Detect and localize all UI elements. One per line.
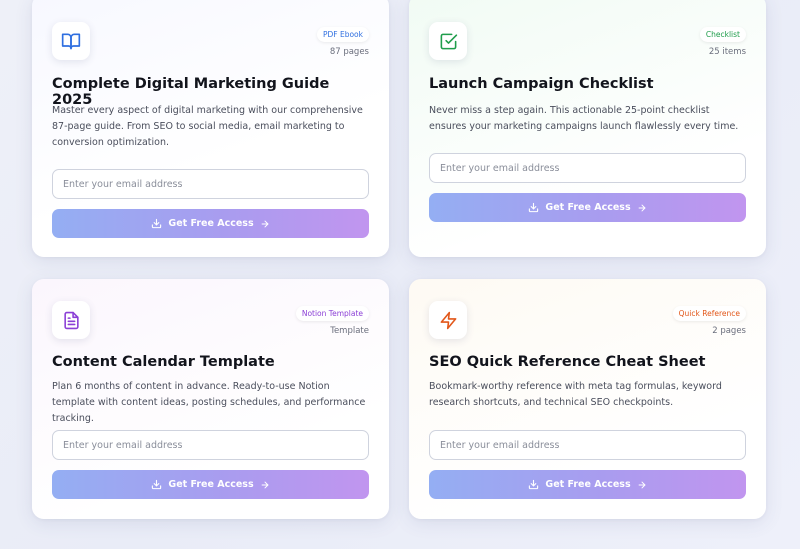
download-icon <box>152 218 162 229</box>
download-icon <box>529 479 539 490</box>
type-badge: Notion Template <box>295 306 369 321</box>
lightning-icon <box>429 301 467 339</box>
button-label: Get Free Access <box>545 202 631 213</box>
card-title: Content Calendar Template <box>52 354 275 370</box>
get-free-access-button[interactable]: Get Free Access <box>429 193 746 222</box>
card-description: Never miss a step again. This actionable… <box>429 105 739 132</box>
card-title: SEO Quick Reference Cheat Sheet <box>429 354 706 370</box>
card-description: Bookmark-worthy reference with meta tag … <box>429 381 722 408</box>
get-free-access-button[interactable]: Get Free Access <box>429 470 746 499</box>
page-count: 87 pages <box>329 47 369 57</box>
resource-card-marketing-guide: PDF Ebook 87 pages Complete Digital Mark… <box>32 0 389 257</box>
download-icon <box>529 202 539 213</box>
card-title: Launch Campaign Checklist <box>429 76 654 92</box>
download-icon <box>152 479 162 490</box>
book-open-icon <box>52 22 90 60</box>
type-badge: Checklist <box>699 27 746 42</box>
button-label: Get Free Access <box>545 479 631 490</box>
resource-meta: Notion Template Template <box>295 301 369 336</box>
arrow-right-icon <box>261 220 269 227</box>
card-description: Master every aspect of digital marketing… <box>52 105 363 148</box>
button-label: Get Free Access <box>168 218 254 229</box>
item-count: 25 items <box>708 47 746 57</box>
email-input[interactable] <box>52 430 369 460</box>
page-count: 2 pages <box>712 326 746 336</box>
resource-card-content-calendar: Notion Template Template Content Calenda… <box>32 279 389 519</box>
resource-card-campaign-checklist: Checklist 25 items Launch Campaign Check… <box>409 0 766 257</box>
card-description: Plan 6 months of content in advance. Rea… <box>52 381 366 424</box>
arrow-right-icon <box>261 481 269 488</box>
button-label: Get Free Access <box>168 479 254 490</box>
resource-meta: PDF Ebook 87 pages <box>316 22 369 57</box>
arrow-right-icon <box>638 481 646 488</box>
resource-meta: Quick Reference 2 pages <box>672 301 746 336</box>
arrow-right-icon <box>638 204 646 211</box>
type-badge: Quick Reference <box>672 306 746 321</box>
type-badge: PDF Ebook <box>316 27 369 42</box>
format-label: Template <box>330 326 369 336</box>
file-text-icon <box>52 301 90 339</box>
get-free-access-button[interactable]: Get Free Access <box>52 209 369 238</box>
email-input[interactable] <box>429 153 746 183</box>
resource-meta: Checklist 25 items <box>699 22 746 57</box>
email-input[interactable] <box>52 169 369 199</box>
resource-card-seo-cheat-sheet: Quick Reference 2 pages SEO Quick Refere… <box>409 279 766 519</box>
get-free-access-button[interactable]: Get Free Access <box>52 470 369 499</box>
check-square-icon <box>429 22 467 60</box>
email-input[interactable] <box>429 430 746 460</box>
